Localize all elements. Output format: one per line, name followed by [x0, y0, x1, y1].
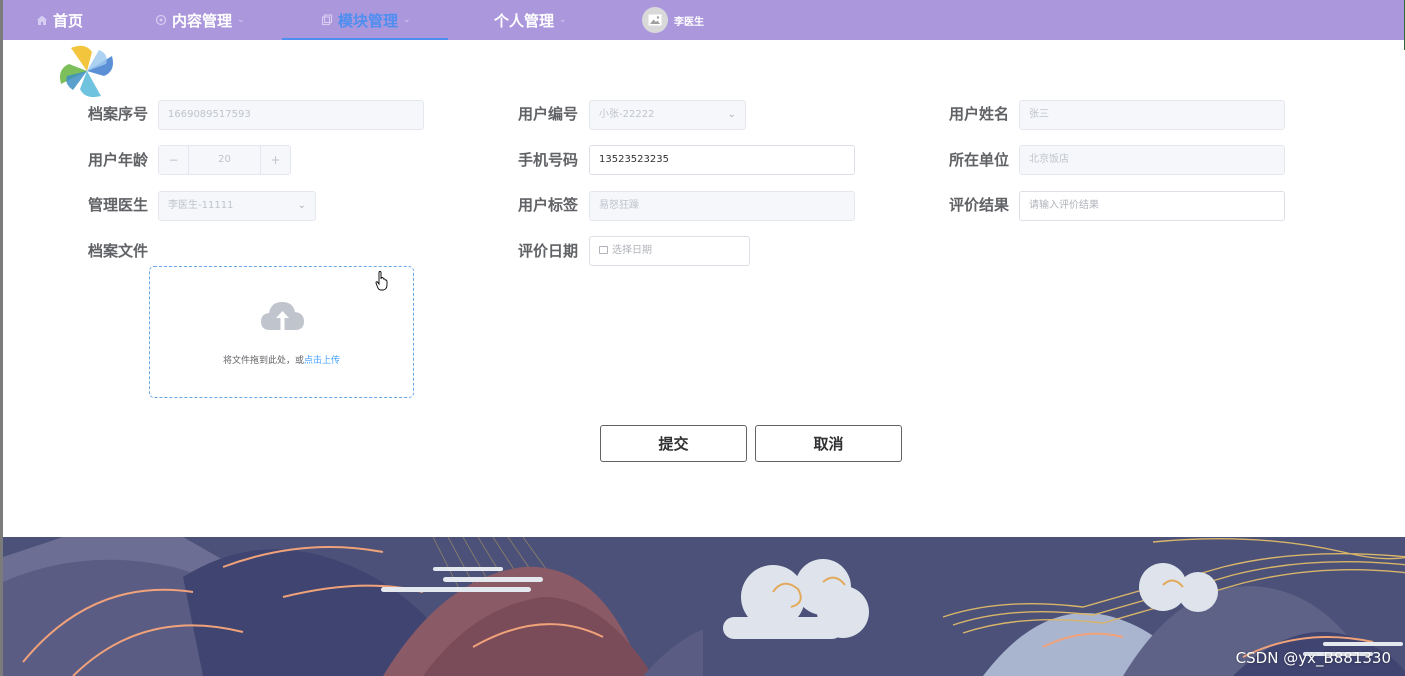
user-age-label: 用户年龄	[88, 151, 149, 169]
doctor-select: 李医生-11111 ⌄	[158, 191, 316, 221]
chevron-down-icon: ⌄	[727, 109, 736, 120]
watermark-text: CSDN @yx_B881330	[1235, 649, 1391, 667]
upload-cloud-icon	[261, 302, 304, 330]
archive-no-label: 档案序号	[88, 105, 149, 123]
chevron-down-icon: ⌄	[403, 15, 411, 25]
archive-no-field: 1669089517593	[158, 100, 424, 130]
nav-item-label: 模块管理	[338, 11, 399, 30]
upload-link[interactable]: 点击上传	[304, 356, 340, 366]
eval-date-placeholder: 选择日期	[612, 245, 652, 256]
top-nav: 首页 内容管理 ⌄ 模块管理 ⌄ 个人管理 ⌄ 李医生	[3, 0, 1405, 50]
user-age-stepper: − 20 +	[158, 145, 291, 175]
submit-button[interactable]: 提交	[600, 425, 747, 462]
nav-item-label: 内容管理	[172, 11, 233, 30]
doctor-value: 李医生-11111	[168, 200, 234, 211]
eval-result-input[interactable]: 请输入评价结果	[1019, 191, 1285, 221]
home-icon	[37, 15, 47, 25]
nav-item-personal[interactable]: 个人管理 ⌄	[494, 0, 567, 40]
content-icon	[155, 14, 167, 26]
page: 首页 内容管理 ⌄ 模块管理 ⌄ 个人管理 ⌄ 李医生 档案序号 1669089…	[0, 0, 1405, 676]
user-name-label: 用户姓名	[949, 105, 1010, 123]
doctor-label: 管理医生	[88, 196, 149, 214]
user-age-value: 20	[218, 154, 231, 165]
phone-input[interactable]: 13523523235	[589, 145, 855, 175]
module-icon	[321, 14, 333, 26]
nav-item-label: 个人管理	[494, 11, 555, 30]
phone-label: 手机号码	[518, 151, 579, 169]
eval-result-label: 评价结果	[949, 196, 1010, 214]
avatar	[642, 7, 668, 33]
upload-hint-text: 将文件拖到此处，或	[222, 356, 304, 366]
nav-item-label: 首页	[53, 11, 84, 30]
user-name-field: 张三	[1019, 100, 1285, 130]
nav-item-home[interactable]: 首页	[36, 0, 83, 40]
chevron-down-icon: ⌄	[297, 200, 306, 211]
user-tag-field: 易怒狂躁	[589, 191, 855, 221]
decorative-banner	[3, 537, 1405, 676]
increment-button: +	[260, 146, 290, 174]
user-tag-label: 用户标签	[518, 196, 579, 214]
active-tab-underline	[282, 38, 448, 40]
mountain-cloud-illustration	[3, 537, 1405, 676]
calendar-icon	[599, 246, 608, 254]
eval-date-label: 评价日期	[518, 242, 579, 260]
cancel-button[interactable]: 取消	[755, 425, 902, 462]
user-code-select: 小张-22222 ⌄	[589, 100, 746, 130]
chevron-down-icon: ⌄	[559, 15, 567, 25]
eval-date-picker[interactable]: 选择日期	[589, 236, 750, 266]
chevron-down-icon: ⌄	[237, 15, 245, 25]
decrement-button: −	[159, 146, 189, 174]
user-name: 李医生	[674, 16, 704, 28]
nav-item-content[interactable]: 内容管理 ⌄	[155, 0, 245, 40]
user-code-label: 用户编号	[518, 105, 579, 123]
nav-item-module[interactable]: 模块管理 ⌄	[321, 0, 411, 40]
unit-field: 北京饭店	[1019, 145, 1285, 175]
pinwheel-logo	[60, 45, 113, 98]
unit-label: 所在单位	[949, 151, 1010, 169]
archive-file-label: 档案文件	[88, 242, 149, 260]
user-code-value: 小张-22222	[599, 109, 655, 120]
image-icon	[648, 14, 662, 26]
user-menu[interactable]: 李医生	[642, 0, 704, 40]
hand-cursor-icon	[375, 271, 388, 291]
upload-hint: 将文件拖到此处，或点击上传	[150, 353, 413, 366]
